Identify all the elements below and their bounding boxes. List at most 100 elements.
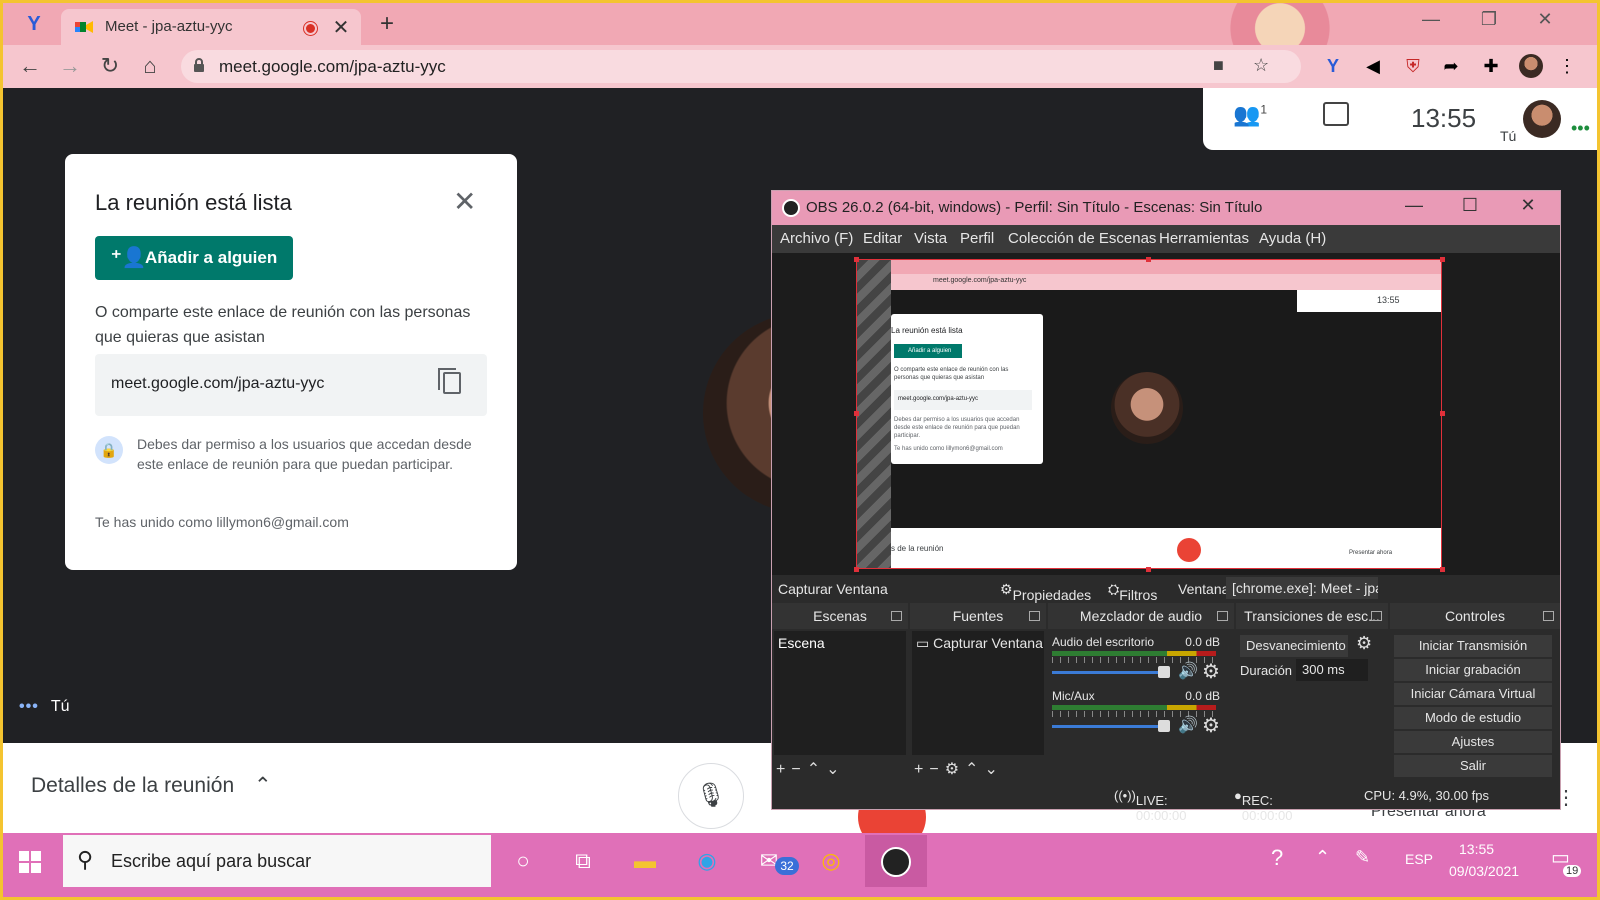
obs-minimize-button[interactable]: —	[1402, 195, 1426, 216]
forward-arrow-icon[interactable]: →	[57, 54, 83, 80]
volume-slider[interactable]	[1052, 725, 1164, 728]
volume-slider-knob[interactable]	[1158, 666, 1170, 678]
puzzle-extensions-icon[interactable]: ✚	[1479, 54, 1503, 78]
obs-window: OBS 26.0.2 (64-bit, windows) - Perfil: S…	[771, 190, 1561, 823]
speaker-icon[interactable]: 🔊	[1178, 715, 1198, 735]
address-bar[interactable]: meet.google.com/jpa-aztu-yyc ■ ☆	[181, 50, 1301, 83]
share-arrow-icon[interactable]: ➦	[1439, 54, 1463, 78]
studio-mode-button[interactable]: Modo de estudio	[1394, 707, 1552, 729]
resize-handle[interactable]	[1440, 411, 1445, 416]
task-view-icon[interactable]: ⧉	[567, 845, 599, 877]
more-dots-icon[interactable]: •••	[1571, 118, 1590, 139]
self-options-icon[interactable]: •••	[19, 698, 39, 715]
scenes-controls[interactable]: +−⌃⌄	[776, 759, 846, 779]
meeting-ready-dialog: La reunión está lista ✕ ⁺👤 Añadir a algu…	[65, 154, 517, 570]
undock-icon[interactable]	[1543, 611, 1554, 621]
meeting-details-button[interactable]: Detalles de la reunión ⌃	[31, 773, 272, 798]
copy-icon[interactable]	[438, 368, 461, 394]
language-indicator[interactable]: ESP	[1405, 851, 1433, 867]
undock-icon[interactable]	[891, 611, 902, 621]
sources-controls[interactable]: +−⚙⌃⌄	[914, 759, 1004, 779]
back-arrow-icon[interactable]: ←	[17, 54, 43, 80]
properties-button[interactable]: ⚙ Propiedades	[1000, 581, 1091, 603]
menu-herramientas[interactable]: Herramientas	[1159, 230, 1249, 247]
gear-icon[interactable]: ⚙	[1356, 633, 1372, 654]
obs-maximize-button[interactable]: ☐	[1458, 195, 1482, 216]
menu-perfil[interactable]: Perfil	[960, 230, 994, 247]
add-people-button[interactable]: ⁺👤 Añadir a alguien	[95, 236, 293, 280]
menu-editar[interactable]: Editar	[863, 230, 902, 247]
preview-share-text: O comparte este enlace de reunión con la…	[894, 367, 1009, 381]
resize-handle[interactable]	[1440, 257, 1445, 262]
obs-logo-icon	[782, 199, 800, 217]
home-icon[interactable]: ⌂	[137, 54, 163, 80]
start-streaming-button[interactable]: Iniciar Transmisión	[1394, 635, 1552, 657]
menu-vista[interactable]: Vista	[914, 230, 947, 247]
address-url[interactable]: meet.google.com/jpa-aztu-yyc	[219, 57, 446, 77]
browser-tab-meet[interactable]: Meet - jpa-aztu-yyc ✕	[61, 9, 361, 45]
taskbar-date[interactable]: 09/03/2021	[1449, 863, 1519, 879]
preview-dialog: La reunión está lista Añadir a alguien O…	[891, 314, 1043, 464]
speaker-icon[interactable]: 🔊	[1178, 661, 1198, 681]
edge-browser-icon[interactable]: ◉	[691, 845, 723, 877]
speaker-extension-icon[interactable]: ◀	[1361, 54, 1385, 78]
taskbar-time[interactable]: 13:55	[1459, 841, 1494, 857]
gear-icon[interactable]: ⚙	[1202, 659, 1220, 684]
help-icon[interactable]: ?	[1271, 845, 1283, 871]
start-virtual-camera-button[interactable]: Iniciar Cámara Virtual	[1394, 683, 1552, 705]
obs-close-button[interactable]: ✕	[1516, 195, 1540, 216]
start-recording-button[interactable]: Iniciar grabación	[1394, 659, 1552, 681]
participants-icon[interactable]: 👥1	[1233, 102, 1267, 128]
resize-handle[interactable]	[854, 257, 859, 262]
file-explorer-icon[interactable]: ▬	[629, 845, 661, 877]
menu-archivo[interactable]: Archivo (F)	[780, 230, 853, 247]
chat-icon[interactable]	[1323, 102, 1349, 126]
undock-icon[interactable]	[1217, 611, 1228, 621]
chrome-menu-icon[interactable]: ⋮	[1555, 54, 1579, 78]
menu-ayuda[interactable]: Ayuda (H)	[1259, 230, 1326, 247]
microphone-button[interactable]: 🎙	[678, 763, 744, 829]
duration-input[interactable]: 300 ms	[1296, 659, 1368, 681]
dialog-close-icon[interactable]: ✕	[453, 188, 476, 216]
windows-start-button[interactable]	[19, 851, 41, 873]
resize-handle[interactable]	[854, 567, 859, 572]
resize-handle[interactable]	[1146, 567, 1151, 572]
undock-icon[interactable]	[1371, 611, 1382, 621]
scenes-list: Escena	[774, 631, 906, 755]
tab-close-icon[interactable]: ✕	[331, 15, 351, 40]
resize-handle[interactable]	[854, 411, 859, 416]
new-tab-button[interactable]: +	[373, 11, 401, 39]
ublock-extension-icon[interactable]: ⛨	[1401, 54, 1425, 78]
camera-in-use-icon[interactable]: ■	[1213, 55, 1224, 76]
gear-icon[interactable]: ⚙	[1202, 713, 1220, 738]
scene-item[interactable]: Escena	[778, 635, 825, 651]
volume-slider-knob[interactable]	[1158, 720, 1170, 732]
window-select[interactable]: [chrome.exe]: Meet - jpa	[1226, 577, 1378, 599]
window-close-button[interactable]: ✕	[1535, 9, 1555, 30]
exit-button[interactable]: Salir	[1394, 755, 1552, 777]
bookmark-star-icon[interactable]: ☆	[1253, 55, 1269, 76]
volume-slider[interactable]	[1052, 671, 1164, 674]
menu-coleccion-escenas[interactable]: Colección de Escenas	[1008, 230, 1156, 247]
settings-button[interactable]: Ajustes	[1394, 731, 1552, 753]
taskbar-search-box[interactable]: ⚲ Escribe aquí para buscar	[63, 835, 491, 887]
window-minimize-button[interactable]: —	[1421, 9, 1441, 30]
cortana-icon[interactable]: ○	[507, 845, 539, 877]
source-item[interactable]: ▭ Capturar Ventana	[916, 635, 1046, 652]
filters-button[interactable]: ⛭ Filtros	[1108, 581, 1157, 603]
chevron-up-icon[interactable]: ⌃	[1315, 847, 1330, 868]
pen-icon[interactable]: ✎	[1355, 847, 1370, 868]
obs-taskbar-button[interactable]	[865, 835, 927, 887]
transition-select[interactable]: Desvanecimiento	[1240, 635, 1348, 657]
vpn-extension-icon[interactable]: Y	[1321, 54, 1345, 78]
scenes-header: Escenas	[772, 603, 908, 629]
window-maximize-button[interactable]: ❐	[1479, 9, 1499, 30]
resize-handle[interactable]	[1440, 567, 1445, 572]
chrome-icon[interactable]: ◎	[815, 845, 847, 877]
resize-handle[interactable]	[1146, 257, 1151, 262]
undock-icon[interactable]	[1029, 611, 1040, 621]
obs-preview-capture[interactable]: meet.google.com/jpa-aztu-yyc 13:55 La re…	[856, 259, 1442, 569]
vpn-extension-icon[interactable]: Y	[23, 13, 45, 35]
reload-icon[interactable]: ↻	[97, 54, 123, 80]
profile-avatar[interactable]	[1519, 54, 1543, 78]
